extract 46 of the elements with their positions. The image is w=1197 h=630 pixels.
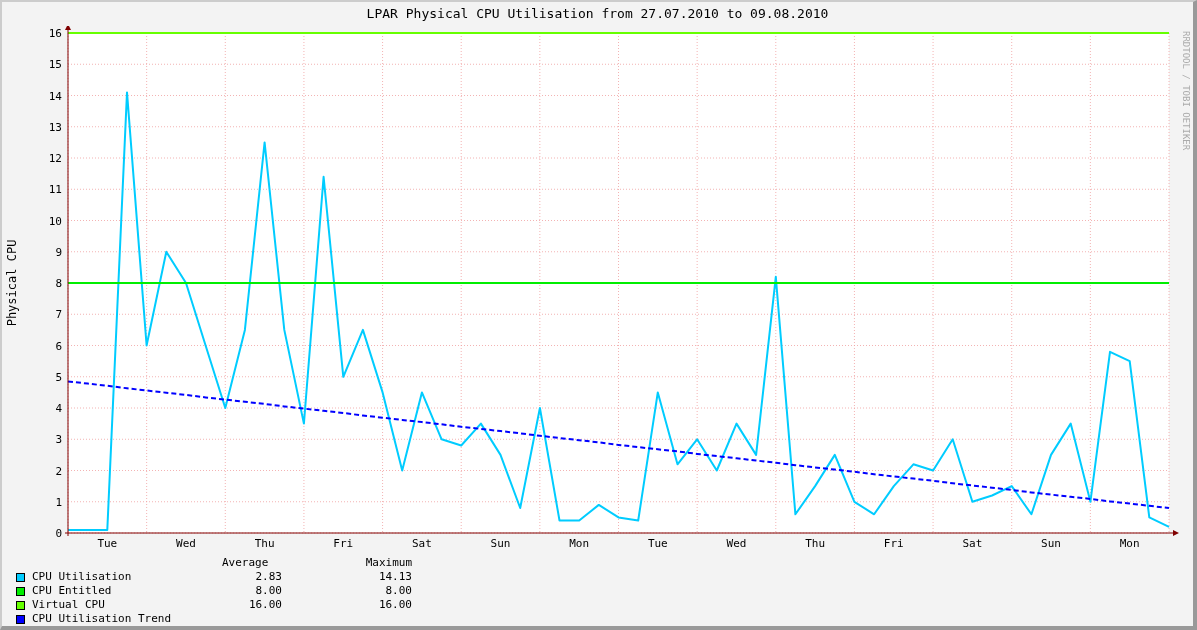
- y-tick-label: 11: [48, 183, 62, 197]
- side-credit: RRDTOOL / TOBI OETIKER: [1181, 30, 1191, 151]
- y-tick-label: 15: [48, 58, 62, 72]
- chart-title: LPAR Physical CPU Utilisation from 27.07.2010 to 09.08.2010: [366, 5, 829, 24]
- y-tick-label: 14: [48, 89, 62, 103]
- y-tick-label: 13: [48, 120, 62, 134]
- x-tick-label: Tue: [647, 536, 668, 550]
- column-header: Maximum: [364, 556, 412, 570]
- y-tick-label: 5: [55, 370, 62, 384]
- y-tick-label: 7: [55, 308, 62, 322]
- x-tick-label: Thu: [254, 536, 275, 550]
- y-tick-label: 6: [55, 339, 62, 353]
- y-tick-label: 8: [55, 276, 62, 290]
- maximum-value: 14.13: [377, 570, 412, 584]
- maximum-value: 8.00: [384, 584, 412, 598]
- x-tick-label: Tue: [97, 536, 118, 550]
- legend-label: CPU Utilisation Trend: [32, 612, 173, 626]
- maximum-value: 16.00: [377, 598, 412, 612]
- legend-label: CPU Utilisation: [32, 570, 133, 584]
- x-tick-label: Fri: [883, 536, 904, 550]
- column-header: Average: [222, 556, 270, 570]
- x-tick-label: Wed: [726, 536, 747, 550]
- x-tick-label: Wed: [176, 536, 196, 550]
- average-value: 8.00: [254, 584, 282, 598]
- y-tick-label: 12: [48, 151, 62, 165]
- x-tick-label: Thu: [805, 536, 826, 550]
- x-tick-label: Sun: [1041, 536, 1061, 550]
- y-tick-label: 16: [48, 26, 62, 40]
- y-tick-label: 3: [55, 433, 62, 447]
- x-tick-label: Mon: [569, 536, 590, 550]
- y-tick-label: 10: [48, 214, 62, 228]
- x-tick-label: Sun: [490, 536, 511, 550]
- y-tick-label: 0: [55, 526, 62, 540]
- x-tick-label: Fri: [333, 536, 354, 550]
- legend-label: CPU Entitled: [32, 584, 113, 598]
- y-tick-label: 9: [55, 245, 62, 259]
- x-tick-label: Sat: [411, 536, 432, 550]
- y-axis-title: Physical CPU: [5, 239, 19, 327]
- average-value: 2.83: [254, 570, 282, 584]
- x-tick-label: Sat: [962, 536, 983, 550]
- y-tick-label: 2: [55, 464, 62, 478]
- legend-label: Virtual CPU: [32, 598, 106, 612]
- y-tick-label: 4: [55, 401, 62, 415]
- average-value: 16.00: [247, 598, 282, 612]
- x-tick-label: Mon: [1119, 536, 1140, 550]
- y-tick-label: 1: [55, 495, 62, 509]
